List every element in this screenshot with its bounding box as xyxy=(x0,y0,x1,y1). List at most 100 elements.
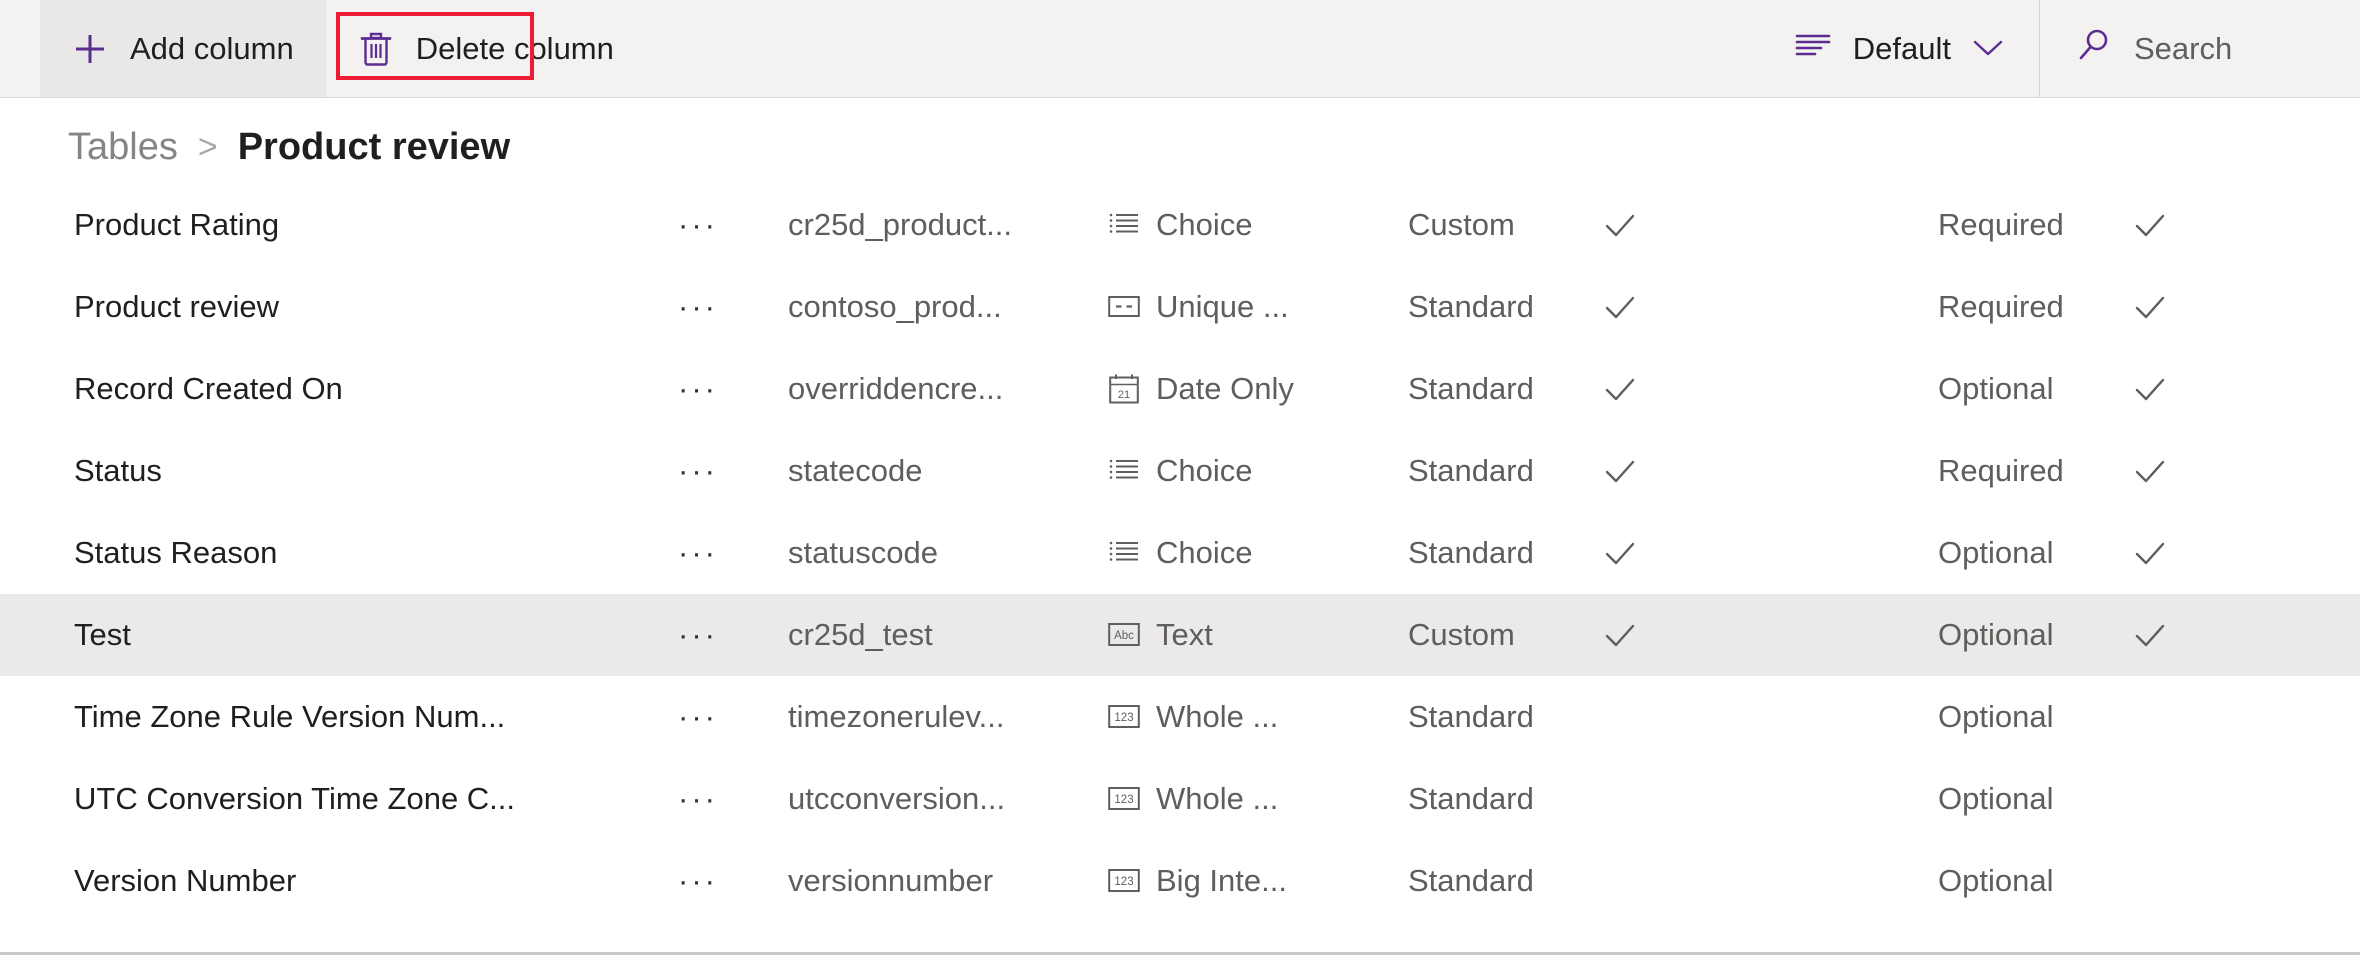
check-icon xyxy=(1603,454,1637,488)
column-display-name: Status Reason xyxy=(74,535,278,570)
column-searchable-cell xyxy=(2133,372,2253,406)
row-more-actions-icon[interactable]: ··· xyxy=(678,863,788,899)
table-row[interactable]: Time Zone Rule Version Num... ··· timezone… xyxy=(0,676,2360,758)
column-data-type-label: Big Inte... xyxy=(1156,863,1287,898)
delete-column-label: Delete column xyxy=(415,31,614,66)
table-row[interactable]: Product Rating ··· cr25d_product... Choice C… xyxy=(0,184,2360,266)
table-row[interactable]: Record Created On ··· overriddencre... 21 Da… xyxy=(0,348,2360,430)
column-type-origin: Standard xyxy=(1408,781,1534,816)
table-row[interactable]: Status ··· statecode Choice Standard Required xyxy=(0,430,2360,512)
column-required-level: Optional xyxy=(1938,371,2054,406)
row-more-actions-icon[interactable]: ··· xyxy=(678,207,788,243)
trash-icon xyxy=(358,31,394,67)
table-row[interactable]: Test ··· cr25d_test Abc Text Custom Optional xyxy=(0,594,2360,676)
breadcrumb-separator-icon: > xyxy=(197,128,218,166)
column-searchable-cell xyxy=(2133,208,2253,242)
breadcrumb-parent-tables[interactable]: Tables xyxy=(68,128,178,166)
column-required-level: Optional xyxy=(1938,781,2054,816)
column-data-type: Choice xyxy=(1108,207,1408,243)
search-icon xyxy=(2076,27,2112,71)
column-type-origin: Custom xyxy=(1408,617,1515,652)
column-data-type: 123 Whole ... xyxy=(1108,781,1408,817)
chevron-down-icon xyxy=(1971,31,2005,67)
column-customizable-cell xyxy=(1603,454,1938,488)
command-bar: Add column Delete column Default Search xyxy=(0,0,2360,98)
row-more-actions-icon[interactable]: ··· xyxy=(678,535,788,571)
column-data-type: 123 Whole ... xyxy=(1108,699,1408,735)
column-data-type: Unique ... xyxy=(1108,289,1408,325)
svg-text:123: 123 xyxy=(1114,712,1133,724)
column-required-level: Required xyxy=(1938,207,2064,242)
table-row[interactable]: Version Number ··· versionnumber 123 Big Int… xyxy=(0,840,2360,922)
column-customizable-cell xyxy=(1603,208,1938,242)
column-type-origin: Custom xyxy=(1408,207,1515,242)
column-customizable-cell xyxy=(1603,618,1938,652)
column-required-level: Optional xyxy=(1938,699,2054,734)
column-type-origin: Standard xyxy=(1408,371,1534,406)
column-data-type-label: Choice xyxy=(1156,207,1253,242)
column-data-type-label: Unique ... xyxy=(1156,289,1289,324)
column-data-type: Choice xyxy=(1108,535,1408,571)
row-more-actions-icon[interactable]: ··· xyxy=(678,617,788,653)
column-logical-name: cr25d_test xyxy=(788,617,933,652)
command-bar-secondary-actions: Default Search xyxy=(1769,0,2360,97)
add-column-button[interactable]: Add column xyxy=(40,0,326,97)
check-icon xyxy=(2133,290,2167,324)
column-display-name: Status xyxy=(74,453,162,488)
columns-grid: Product Rating ··· cr25d_product... Choice C… xyxy=(0,184,2360,922)
row-more-actions-icon[interactable]: ··· xyxy=(678,289,788,325)
check-icon xyxy=(2133,208,2167,242)
column-customizable-cell xyxy=(1603,290,1938,324)
table-row[interactable]: UTC Conversion Time Zone C... ··· utcconve… xyxy=(0,758,2360,840)
column-logical-name: utcconversion... xyxy=(788,781,1006,816)
text-abc-icon: Abc xyxy=(1108,619,1140,651)
column-data-type-label: Text xyxy=(1156,617,1213,652)
column-searchable-cell xyxy=(2133,290,2253,324)
search-placeholder: Search xyxy=(2134,30,2233,66)
column-type-origin: Standard xyxy=(1408,863,1534,898)
number-123-icon: 123 xyxy=(1108,783,1140,815)
column-logical-name: overriddencre... xyxy=(788,371,1004,406)
page-title: Product review xyxy=(237,126,511,168)
check-icon xyxy=(1603,372,1637,406)
check-icon xyxy=(2133,454,2167,488)
column-logical-name: contoso_prod... xyxy=(788,289,1002,324)
column-searchable-cell xyxy=(2133,536,2253,570)
column-display-name: Product review xyxy=(74,289,280,324)
row-more-actions-icon[interactable]: ··· xyxy=(678,781,788,817)
check-icon xyxy=(1603,208,1637,242)
number-123-icon: 123 xyxy=(1108,865,1140,897)
column-display-name: UTC Conversion Time Zone C... xyxy=(74,781,516,816)
column-logical-name: timezonerulev... xyxy=(788,699,1005,734)
view-selector-button[interactable]: Default xyxy=(1769,0,2039,97)
table-row[interactable]: Status Reason ··· statuscode Choice Standard… xyxy=(0,512,2360,594)
column-logical-name: versionnumber xyxy=(788,863,994,898)
check-icon xyxy=(2133,536,2167,570)
command-bar-primary-actions: Add column Delete column xyxy=(40,0,646,97)
delete-column-button[interactable]: Delete column xyxy=(326,0,646,97)
column-searchable-cell xyxy=(2133,454,2253,488)
calendar-icon: 21 xyxy=(1108,373,1140,405)
column-customizable-cell xyxy=(1603,372,1938,406)
row-more-actions-icon[interactable]: ··· xyxy=(678,699,788,735)
breadcrumb: Tables > Product review xyxy=(0,98,2360,166)
table-row[interactable]: Product review ··· contoso_prod... Unique .… xyxy=(0,266,2360,348)
column-searchable-cell xyxy=(2133,618,2253,652)
svg-text:21: 21 xyxy=(1118,389,1130,401)
column-required-level: Optional xyxy=(1938,617,2054,652)
column-data-type: Abc Text xyxy=(1108,617,1408,653)
column-required-level: Optional xyxy=(1938,863,2054,898)
check-icon xyxy=(1603,536,1637,570)
column-customizable-cell xyxy=(1603,536,1938,570)
command-bar-spacer xyxy=(646,0,1769,97)
check-icon xyxy=(2133,372,2167,406)
row-more-actions-icon[interactable]: ··· xyxy=(678,371,788,407)
column-data-type-label: Choice xyxy=(1156,453,1253,488)
search-input[interactable]: Search xyxy=(2040,0,2360,97)
add-column-label: Add column xyxy=(130,31,294,66)
column-required-level: Required xyxy=(1938,453,2064,488)
table-columns-screen: Add column Delete column Default Search … xyxy=(0,0,2360,955)
column-required-level: Required xyxy=(1938,289,2064,324)
number-123-icon: 123 xyxy=(1108,701,1140,733)
row-more-actions-icon[interactable]: ··· xyxy=(678,453,788,489)
